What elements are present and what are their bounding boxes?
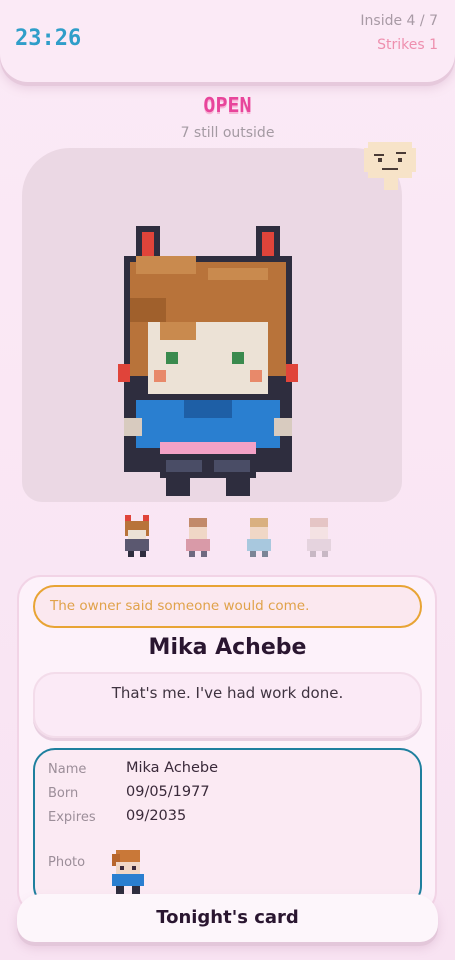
top-hud: 23:26 Inside 4 / 7 Strikes 1 [0, 0, 455, 82]
strikes-counter: Strikes 1 [377, 37, 438, 53]
clock: 23:26 [15, 26, 82, 51]
speech-text: That's me. I've had work done. [111, 684, 344, 702]
queue-visitor-2[interactable] [183, 515, 213, 557]
id-born-label: Born [48, 786, 79, 801]
owner-notice: The owner said someone would come. [33, 585, 422, 628]
visitor-portrait [118, 226, 298, 496]
id-card[interactable] [33, 748, 422, 908]
id-photo-label: Photo [48, 855, 86, 870]
queue-visitor-3[interactable] [244, 515, 274, 557]
tonights-card-label: Tonight's card [156, 907, 299, 928]
visitor-name: Mika Achebe [148, 635, 307, 660]
speech-bubble: That's me. I've had work done. [33, 672, 422, 738]
id-expires-label: Expires [48, 810, 96, 825]
id-expires-value: 09/2035 [126, 808, 187, 824]
id-photo [112, 850, 144, 894]
id-born-value: 09/05/1977 [126, 784, 210, 800]
queue-visitor-1[interactable] [122, 515, 152, 557]
id-name-label: Name [48, 762, 87, 777]
inside-counter: Inside 4 / 7 [360, 13, 438, 29]
id-name-value: Mika Achebe [126, 760, 219, 776]
bald-owner-face-icon [364, 142, 416, 190]
queue-visitor-4[interactable] [304, 515, 334, 557]
tonights-card-button[interactable]: Tonight's card [17, 894, 438, 942]
door-status: OPEN [203, 93, 252, 117]
